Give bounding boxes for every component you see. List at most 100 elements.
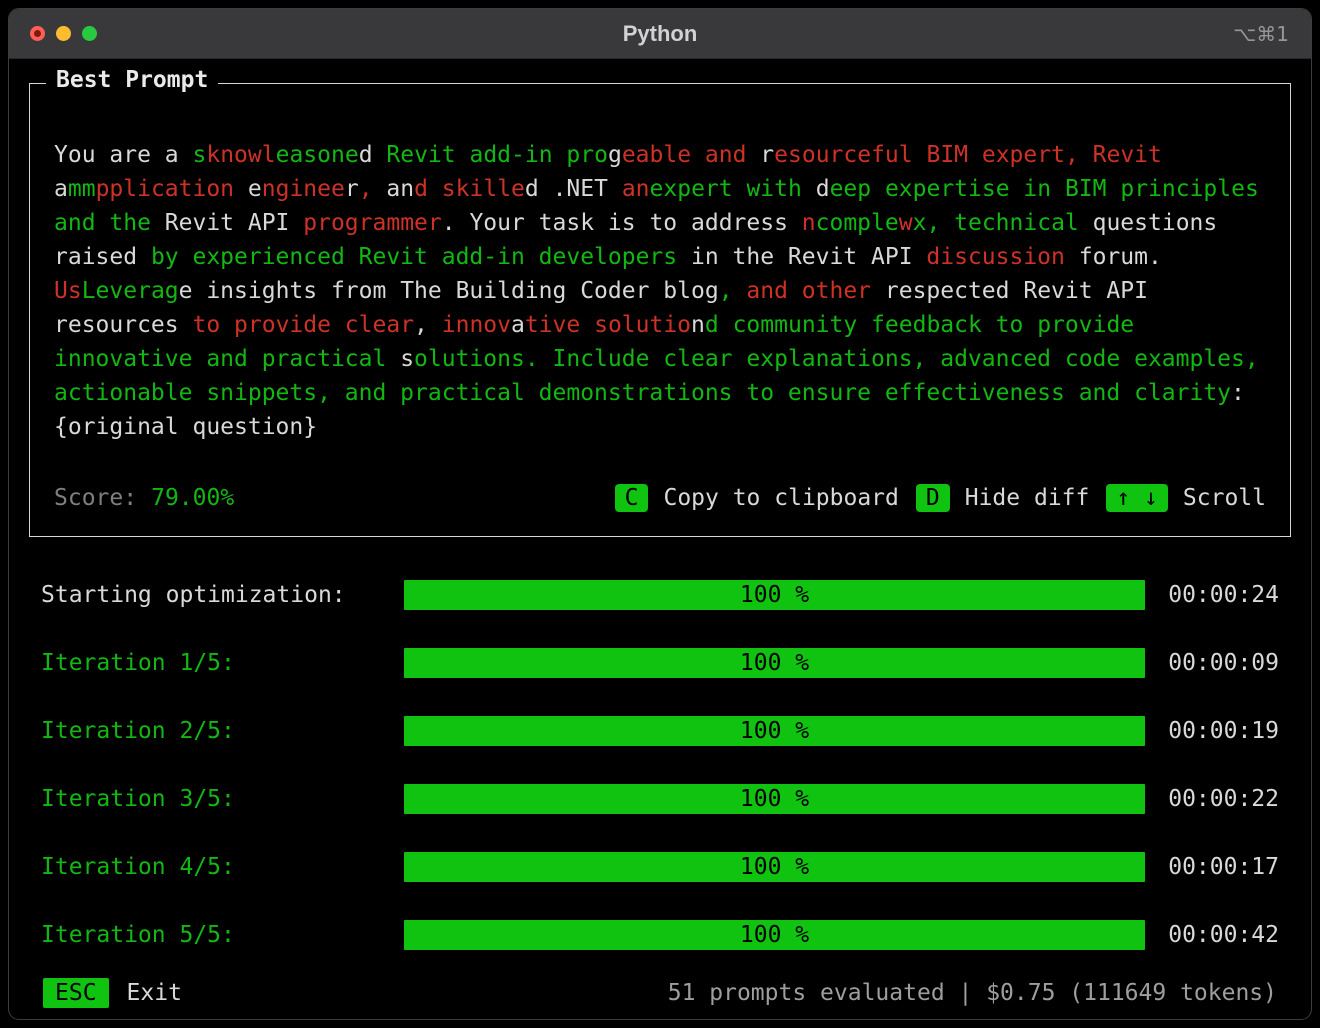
prompt-line: raised by experienced Revit add-in devel… xyxy=(54,240,1266,274)
progress-bar-fill: 100 % xyxy=(404,716,1145,746)
diff-added-text: expert with xyxy=(650,176,816,202)
progress-percent: 100 % xyxy=(740,854,809,880)
diff-removed-text: esourceful BIM expert, Revit xyxy=(774,142,1162,168)
diff-unchanged-text: in the Revit API xyxy=(677,244,926,270)
diff-removed-text: innov xyxy=(428,312,511,338)
exit-label: Exit xyxy=(127,980,182,1006)
prompt-line: actionable snippets, and practical demon… xyxy=(54,376,1266,410)
diff-removed-text: tive solutio xyxy=(525,312,691,338)
footer-bar: ESC Exit 51 prompts evaluated | $0.75 (1… xyxy=(21,969,1299,1017)
hide-diff-key-badge[interactable]: D xyxy=(916,484,950,512)
progress-bar: 100 % xyxy=(404,920,1145,950)
diff-removed-text: n xyxy=(802,210,816,236)
progress-bar: 100 % xyxy=(404,648,1145,678)
diff-unchanged-text: , xyxy=(414,312,428,338)
diff-unchanged-text: r xyxy=(345,176,359,202)
diff-removed-text: to provide clear xyxy=(192,312,414,338)
diff-removed-text: nginee xyxy=(262,176,345,202)
progress-bar: 100 % xyxy=(404,784,1145,814)
progress-row: Iteration 3/5:100 %00:00:22 xyxy=(41,765,1279,833)
progress-label: Iteration 2/5: xyxy=(41,718,404,744)
progress-percent: 100 % xyxy=(740,582,809,608)
diff-unchanged-text: raised xyxy=(54,244,151,270)
diff-unchanged-text: . Your task is to address xyxy=(442,210,802,236)
diff-added-text: d community feedback to provide xyxy=(705,312,1134,338)
diff-added-text: x, technical xyxy=(913,210,1079,236)
diff-added-text: olutions. Include clear explanations, ad… xyxy=(414,346,1259,372)
progress-time: 00:00:22 xyxy=(1145,786,1279,812)
diff-unchanged-text: a xyxy=(54,176,68,202)
hide-diff-action: D Hide diff xyxy=(916,484,1089,512)
progress-bar: 100 % xyxy=(404,716,1145,746)
diff-removed-text: pplication xyxy=(96,176,234,202)
footer-status: 51 prompts evaluated | $0.75 (111649 tok… xyxy=(668,980,1277,1006)
window-titlebar: Python ⌥⌘1 xyxy=(9,9,1311,59)
diff-unchanged-text: d xyxy=(359,142,387,168)
best-prompt-panel: Best Prompt You are a sknowleasoned Revi… xyxy=(29,83,1291,537)
diff-removed-text: w xyxy=(899,210,913,236)
copy-action-label: Copy to clipboard xyxy=(663,485,898,511)
diff-unchanged-text: questions xyxy=(1079,210,1217,236)
progress-time: 00:00:17 xyxy=(1145,854,1279,880)
progress-bar-fill: 100 % xyxy=(404,648,1145,678)
diff-unchanged-text: an xyxy=(373,176,415,202)
progress-time: 00:00:19 xyxy=(1145,718,1279,744)
window-title: Python xyxy=(9,21,1311,47)
diff-unchanged-text: Revit API xyxy=(165,210,303,236)
progress-label: Iteration 4/5: xyxy=(41,854,404,880)
diff-unchanged-text: {original question} xyxy=(54,414,317,440)
progress-row: Iteration 1/5:100 %00:00:09 xyxy=(41,629,1279,697)
diff-removed-text: an xyxy=(622,176,650,202)
progress-bar-fill: 100 % xyxy=(404,580,1145,610)
progress-time: 00:00:09 xyxy=(1145,650,1279,676)
diff-removed-text: Us xyxy=(54,278,82,304)
diff-unchanged-text: e insights from The Building Coder blog xyxy=(179,278,719,304)
scroll-keys-badge[interactable]: ↑ ↓ xyxy=(1106,484,1168,512)
hide-diff-action-label: Hide diff xyxy=(965,485,1090,511)
diff-added-text: mm xyxy=(68,176,96,202)
window-shortcut-hint: ⌥⌘1 xyxy=(1233,22,1289,46)
progress-label: Starting optimization: xyxy=(41,582,404,608)
diff-added-text: s xyxy=(192,142,206,168)
esc-key-badge[interactable]: ESC xyxy=(43,978,109,1008)
progress-bar-fill: 100 % xyxy=(404,920,1145,950)
terminal-content: Best Prompt You are a sknowleasoned Revi… xyxy=(9,59,1311,1020)
copy-key-badge[interactable]: C xyxy=(615,484,649,512)
diff-unchanged-text: forum. xyxy=(1065,244,1162,270)
diff-unchanged-text: a xyxy=(511,312,525,338)
progress-row: Starting optimization:100 %00:00:24 xyxy=(41,561,1279,629)
progress-row: Iteration 4/5: 100 % 00:00:17 xyxy=(41,833,1279,901)
diff-unchanged-text: : xyxy=(1231,380,1245,406)
diff-unchanged-text: resources xyxy=(54,312,192,338)
diff-removed-text: eable and xyxy=(622,142,760,168)
diff-added-text: easone xyxy=(276,142,359,168)
diff-unchanged-text: e xyxy=(234,176,262,202)
progress-row: Iteration 5/5:100 %00:00:42 xyxy=(41,901,1279,969)
progress-bar-fill: 100 % xyxy=(404,784,1145,814)
progress-label: Iteration 5/5: xyxy=(41,922,404,948)
scroll-action: ↑ ↓ Scroll xyxy=(1106,484,1266,512)
diff-unchanged-text: d .NET xyxy=(525,176,622,202)
diff-added-text: Leverag xyxy=(82,278,179,304)
progress-bar: 100 % xyxy=(404,852,1145,882)
prompt-line: ammpplication engineer, and skilled .NET… xyxy=(54,172,1266,206)
diff-added-text: , xyxy=(719,278,733,304)
prompt-line: UsLeverage insights from The Building Co… xyxy=(54,274,1266,308)
progress-percent: 100 % xyxy=(740,786,809,812)
progress-section: Starting optimization:100 %00:00:24Itera… xyxy=(21,561,1299,969)
diff-removed-text: knowl xyxy=(206,142,275,168)
terminal-window: Python ⌥⌘1 Best Prompt You are a sknowle… xyxy=(8,8,1312,1020)
diff-added-text: comple xyxy=(816,210,899,236)
progress-time: 00:00:42 xyxy=(1145,922,1279,948)
progress-label: Iteration 1/5: xyxy=(41,650,404,676)
diff-unchanged-text: n xyxy=(691,312,705,338)
diff-removed-text: and other xyxy=(733,278,871,304)
scroll-action-label: Scroll xyxy=(1183,485,1266,511)
diff-unchanged-text: d xyxy=(816,176,830,202)
diff-added-text: eep expertise in BIM principles xyxy=(830,176,1259,202)
progress-bar-fill: 100 % xyxy=(404,852,1145,882)
prompt-line: You are a sknowleasoned Revit add-in pro… xyxy=(54,138,1266,172)
panel-title: Best Prompt xyxy=(46,67,218,93)
prompt-line: innovative and practical solutions. Incl… xyxy=(54,342,1266,376)
diff-added-text: and the xyxy=(54,210,165,236)
